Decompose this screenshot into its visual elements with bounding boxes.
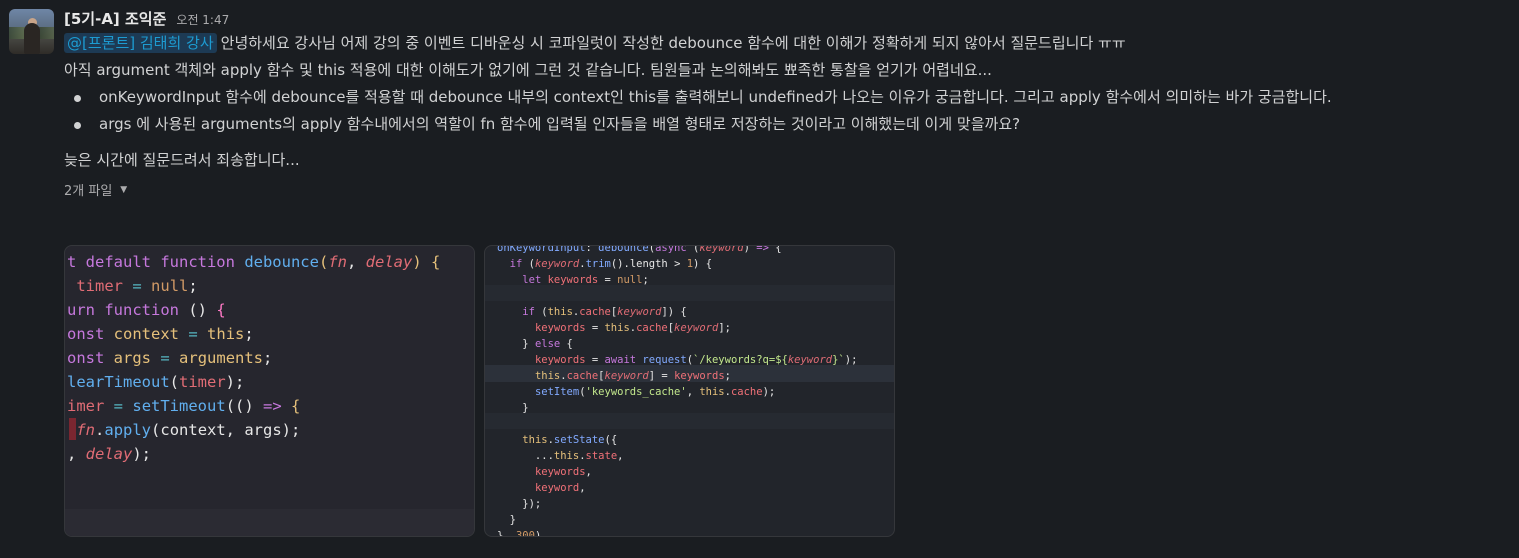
author-name[interactable]: [5기-A] 조익준 (64, 8, 166, 29)
code-line: keyword, (534, 482, 586, 494)
code-line: }); (497, 498, 542, 510)
code-line: learTimeout(timer); (67, 373, 245, 391)
code-line: setItem('keywords_cache', this.cache); (534, 386, 776, 398)
code-screenshot-2: onKeywordInput: debounce(async (keyword)… (497, 245, 858, 537)
code-line: if (keyword.trim().length > 1) { (509, 258, 713, 270)
file-attachment-1[interactable]: t default function debounce(fn, delay) {… (64, 245, 475, 537)
bullet-icon (74, 122, 81, 129)
code-line: onst context = this; (67, 325, 254, 343)
code-line: onst args = arguments; (67, 349, 273, 367)
code-footer-band (65, 509, 474, 536)
mention-link[interactable]: @[프론트] 김태희 강사 (64, 33, 217, 53)
avatar[interactable] (9, 9, 54, 54)
code-line: keywords = this.cache[keyword]; (534, 322, 731, 334)
message-timestamp[interactable]: 오전 1:47 (176, 11, 229, 28)
code-line: fn.apply(context, args); (76, 421, 301, 439)
bullet-icon (74, 95, 81, 102)
code-line: this.setState({ (522, 434, 618, 446)
bullet-text: onKeywordInput 함수에 debounce를 적용할 때 debou… (99, 88, 1332, 106)
file-attachment-2[interactable]: onKeywordInput: debounce(async (keyword)… (484, 245, 895, 537)
code-line: urn function () { (67, 301, 226, 319)
code-line: ...this.state, (497, 450, 624, 462)
code-line: } else { (497, 338, 573, 350)
code-screenshot-1: t default function debounce(fn, delay) {… (67, 250, 440, 466)
files-toggle-label: 2개 파일 (64, 184, 113, 199)
code-line: this.cache[keyword] = keywords; (534, 370, 731, 382)
code-line: keywords = await request(`/keywords?q=${… (534, 354, 858, 366)
avatar-person (24, 23, 40, 54)
code-line: imer = setTimeout(() => { (67, 397, 301, 415)
caret-down-icon: ▼ (120, 184, 128, 195)
code-line: } (497, 514, 516, 526)
bullet-list: onKeywordInput 함수에 debounce를 적용할 때 debou… (64, 84, 1499, 138)
code-line: t default function debounce(fn, delay) { (67, 253, 441, 271)
message: [5기-A] 조익준 오전 1:47 @[프론트] 김태희 강사 안녕하세요 강사… (64, 8, 1499, 199)
files-toggle[interactable]: 2개 파일 ▼ (64, 180, 1499, 199)
code-line: }, 300), (497, 530, 548, 537)
bullet-text: args 에 사용된 arguments의 apply 함수내에서의 역할이 f… (99, 115, 1021, 133)
message-closing: 늦은 시간에 질문드려서 죄송합니다... (64, 151, 300, 169)
code-line: timer = null; (67, 277, 198, 295)
code-line: } (497, 402, 529, 414)
message-line-2: 아직 argument 객체와 apply 함수 및 this 적용에 대한 이… (64, 61, 992, 79)
message-line-1: @[프론트] 김태희 강사 안녕하세요 강사님 어제 강의 중 이벤트 디바운싱 … (64, 30, 1499, 57)
code-line: onKeywordInput: debounce(async (keyword)… (497, 245, 782, 254)
list-item: args 에 사용된 arguments의 apply 함수내에서의 역할이 f… (64, 111, 1499, 138)
code-line: keywords, (534, 466, 592, 478)
message-text-1: 안녕하세요 강사님 어제 강의 중 이벤트 디바운싱 시 코파일럿이 작성한 d… (220, 34, 1126, 52)
code-line: let keywords = null; (522, 274, 649, 286)
list-item: onKeywordInput 함수에 debounce를 적용할 때 debou… (64, 84, 1499, 111)
message-header: [5기-A] 조익준 오전 1:47 (64, 8, 1499, 30)
code-line: if (this.cache[keyword]) { (522, 306, 687, 318)
code-line: , delay); (67, 445, 152, 463)
